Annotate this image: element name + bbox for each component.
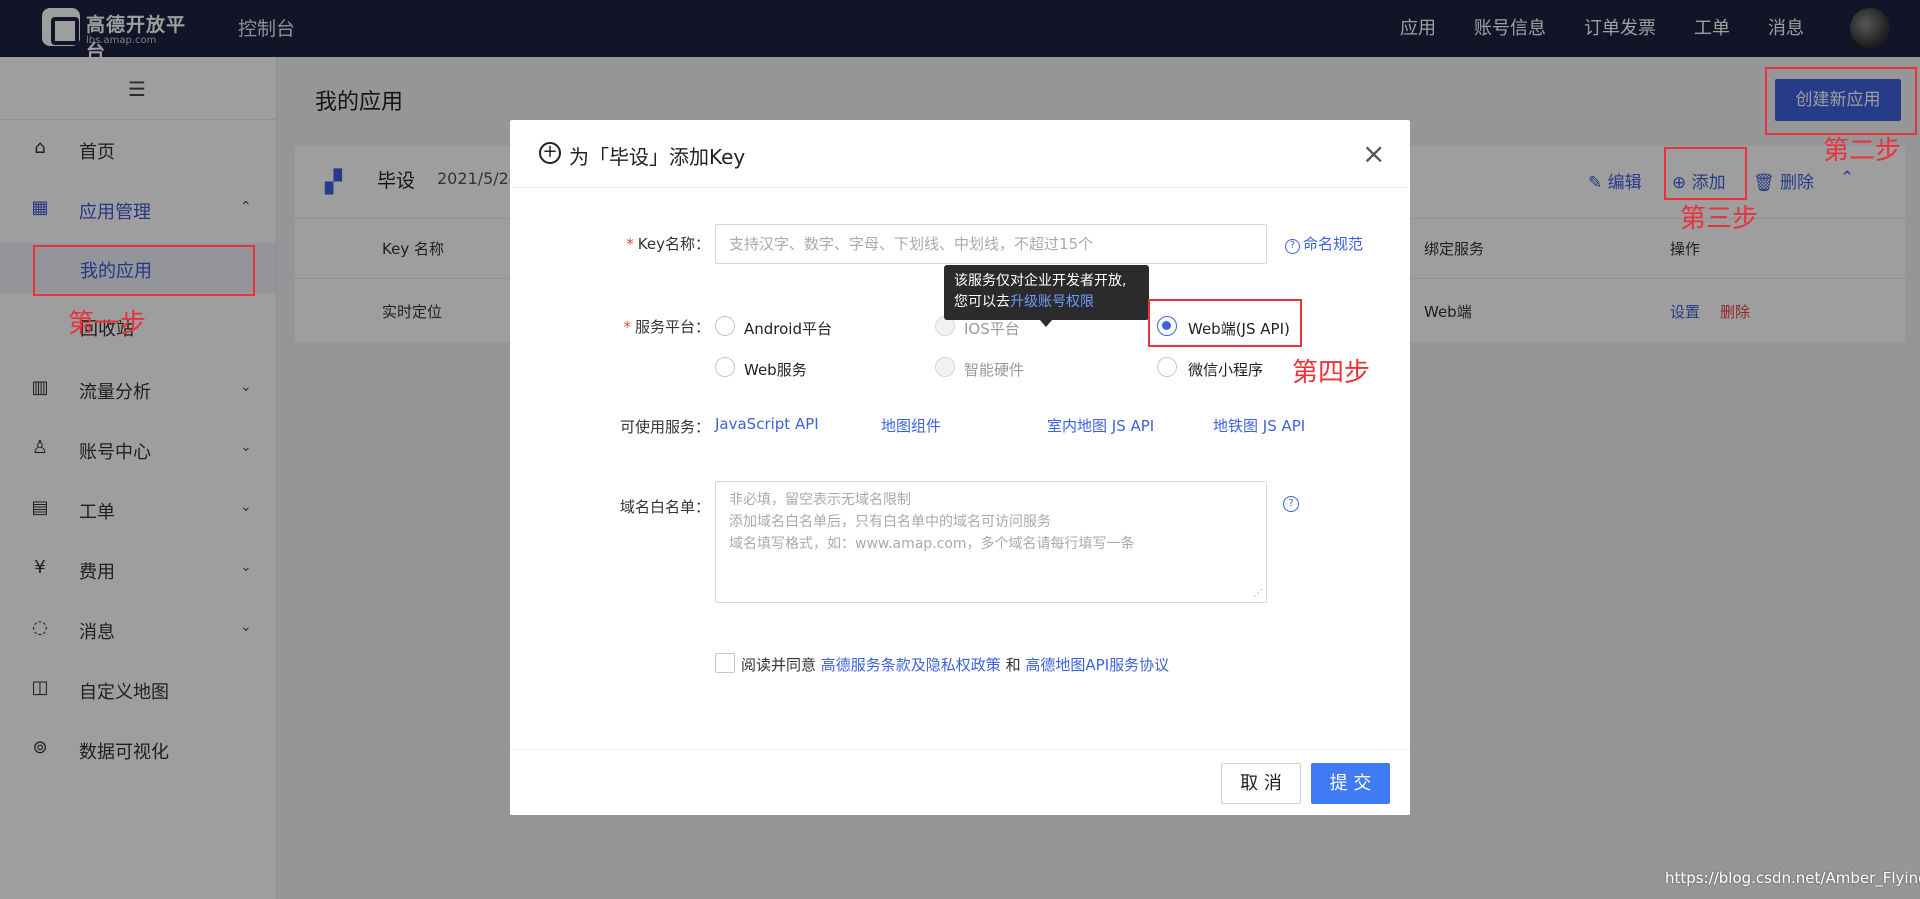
radio-web-service[interactable] <box>715 357 735 377</box>
tooltip-line2: 您可以去升级账号权限 <box>954 292 1139 313</box>
domain-whitelist-textarea[interactable]: 非必填，留空表示无域名限制 添加域名白名单后，只有白名单中的域名可访问服务 域名… <box>715 481 1267 603</box>
whitelist-placeholder-line: 非必填，留空表示无域名限制 <box>729 492 911 508</box>
enterprise-only-tooltip: 该服务仅对企业开发者开放, 您可以去升级账号权限 <box>944 265 1149 320</box>
naming-rules-link[interactable]: ? 命名规范 <box>1285 233 1363 254</box>
whitelist-placeholder-line: 添加域名白名单后，只有白名单中的域名可访问服务 <box>729 514 1051 530</box>
submit-button[interactable]: 提 交 <box>1311 763 1390 804</box>
radio-web-service-label[interactable]: Web服务 <box>744 359 807 380</box>
radio-wechat-miniprogram[interactable] <box>1157 357 1177 377</box>
annotation-step4: 第四步 <box>1292 358 1371 388</box>
resize-handle-icon[interactable]: ⋰ <box>1253 588 1263 599</box>
key-name-label-text: Key名称： <box>637 235 710 253</box>
whitelist-placeholder-line: 域名填写格式，如：www.amap.com，多个域名请每行填写一条 <box>729 536 1135 552</box>
agree-checkbox[interactable] <box>715 653 735 673</box>
service-link-subway-map[interactable]: 地铁图 JS API <box>1213 415 1305 436</box>
service-link-javascript-api[interactable]: JavaScript API <box>715 415 819 433</box>
agree-and: 和 <box>1005 656 1021 674</box>
agree-prefix: 阅读并同意 <box>741 656 817 674</box>
radio-smart-hardware-label: 智能硬件 <box>964 361 1025 379</box>
close-icon[interactable]: × <box>1362 137 1385 170</box>
platform-label-text: 服务平台： <box>634 318 710 336</box>
service-link-map-components[interactable]: 地图组件 <box>881 415 941 436</box>
services-label: 可使用服务： <box>619 418 710 436</box>
dialog-footer-divider <box>510 749 1410 750</box>
radio-wechat-miniprogram-label[interactable]: 微信小程序 <box>1188 359 1263 380</box>
tooltip-arrow <box>1040 320 1052 327</box>
key-name-label: * Key名称： <box>626 235 710 253</box>
annotation-box-step3 <box>1664 147 1747 200</box>
question-icon: ? <box>1285 239 1300 254</box>
annotation-box-step2 <box>1765 67 1917 135</box>
annotation-box-step4 <box>1148 299 1302 347</box>
upgrade-account-link[interactable]: 升级账号权限 <box>1010 294 1094 310</box>
terms-privacy-link[interactable]: 高德服务条款及隐私权政策 <box>821 656 1001 674</box>
service-link-indoor-map[interactable]: 室内地图 JS API <box>1047 415 1154 436</box>
annotation-box-step1 <box>33 245 255 296</box>
agree-text: 阅读并同意 高德服务条款及隐私权政策 和 高德地图API服务协议 <box>741 654 1169 675</box>
dialog-title: 为「毕设」添加Key <box>569 145 746 169</box>
platform-label: * 服务平台： <box>623 318 710 336</box>
annotation-step2: 第二步 <box>1823 136 1902 166</box>
plus-circle-icon: + <box>539 142 561 164</box>
cancel-button[interactable]: 取 消 <box>1221 763 1301 804</box>
api-agreement-link[interactable]: 高德地图API服务协议 <box>1025 656 1169 674</box>
dialog-header: + 为「毕设」添加Key × <box>510 120 1410 188</box>
tooltip-line1: 该服务仅对企业开发者开放, <box>954 273 1127 289</box>
radio-smart-hardware <box>935 357 955 377</box>
naming-rules-text: 命名规范 <box>1303 235 1364 253</box>
radio-android-label[interactable]: Android平台 <box>744 318 832 339</box>
watermark: https://blog.csdn.net/Amber_Flying <box>1665 869 1920 887</box>
question-icon[interactable]: ? <box>1283 496 1299 512</box>
whitelist-label: 域名白名单： <box>619 498 710 516</box>
key-name-input[interactable] <box>715 224 1267 264</box>
radio-android[interactable] <box>715 316 735 336</box>
add-key-dialog: + 为「毕设」添加Key × *Key名称： ?命名规范 *服务平台： Andr… <box>510 120 1410 815</box>
annotation-step1: 第一步 <box>68 309 147 339</box>
annotation-step3: 第三步 <box>1680 204 1759 234</box>
tooltip-prefix: 您可以去 <box>954 294 1010 310</box>
radio-ios-label: IOS平台 <box>964 320 1020 338</box>
